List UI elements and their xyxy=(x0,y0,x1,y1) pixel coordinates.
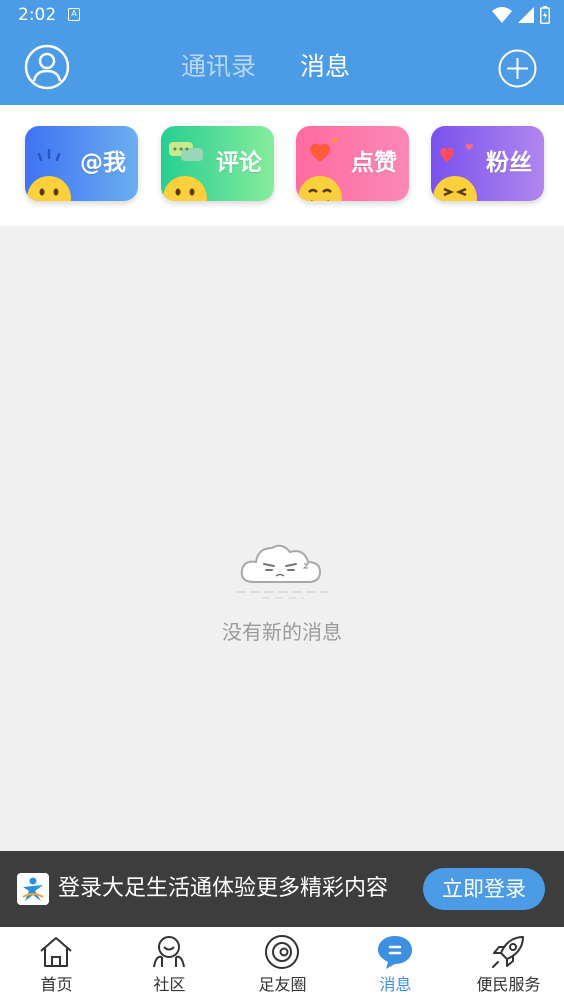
notification-icon: A xyxy=(68,8,80,21)
rocket-icon xyxy=(492,936,524,968)
nav-label: 首页 xyxy=(40,975,73,994)
nav-item-home[interactable]: 首页 xyxy=(0,927,113,1002)
nav-label: 足友圈 xyxy=(258,975,307,994)
nav-item-community[interactable]: 社区 xyxy=(113,927,226,1002)
card-label: 点赞 xyxy=(351,150,397,176)
status-icons xyxy=(492,6,550,24)
spark-icon xyxy=(37,148,61,162)
message-list-empty: 没有新的消息 xyxy=(0,226,564,851)
nav-label: 社区 xyxy=(153,975,186,994)
card-mentions[interactable]: @我 xyxy=(25,126,138,201)
emoji-face-icon xyxy=(163,176,207,201)
nav-item-services[interactable]: 便民服务 xyxy=(452,927,564,1002)
home-icon xyxy=(40,937,72,967)
plus-circle-icon[interactable] xyxy=(498,49,537,88)
nav-label: 消息 xyxy=(379,975,412,994)
emoji-face-icon xyxy=(298,176,342,201)
nav-item-messages[interactable]: 消息 xyxy=(339,927,452,1002)
card-label: 粉丝 xyxy=(486,150,532,176)
emoji-face-icon xyxy=(433,176,477,201)
chat-bubble-icon xyxy=(169,142,203,161)
login-button[interactable]: 立即登录 xyxy=(423,868,545,910)
card-comments[interactable]: 评论 xyxy=(161,126,274,201)
card-likes[interactable]: 点赞 xyxy=(296,126,409,201)
status-time: 2:02 xyxy=(18,5,57,25)
empty-message: 没有新的消息 xyxy=(222,620,342,644)
nav-label: 便民服务 xyxy=(476,975,541,994)
battery-icon xyxy=(540,6,550,24)
tab-contacts[interactable]: 通讯录 xyxy=(181,52,256,82)
circle-icon xyxy=(265,935,299,969)
emoji-face-icon xyxy=(27,176,71,201)
hearts-icon xyxy=(310,137,339,162)
community-icon xyxy=(153,936,185,968)
status-bar: 2:02 A xyxy=(0,0,564,32)
login-banner: 登录大足生活通体验更多精彩内容 立即登录 xyxy=(0,851,564,927)
card-label: 评论 xyxy=(216,150,262,176)
tab-messages[interactable]: 消息 xyxy=(300,52,350,82)
card-label: @我 xyxy=(80,150,126,176)
bottom-nav: 首页 社区 足友圈 消息 便民服务 xyxy=(0,927,564,1002)
user-circle-icon[interactable] xyxy=(24,44,70,90)
sleepy-cloud-icon xyxy=(236,544,328,599)
wifi-icon xyxy=(492,7,512,23)
message-icon xyxy=(378,936,412,969)
hearts-icon xyxy=(440,143,473,162)
login-banner-text: 登录大足生活通体验更多精彩内容 xyxy=(58,876,389,901)
header: 通讯录 消息 xyxy=(0,32,564,105)
app-logo-icon xyxy=(17,873,49,905)
card-fans[interactable]: 粉丝 xyxy=(431,126,544,201)
quick-cards: @我 评论 点赞 粉丝 xyxy=(0,105,564,226)
nav-item-circle[interactable]: 足友圈 xyxy=(226,927,339,1002)
signal-icon xyxy=(518,7,534,23)
